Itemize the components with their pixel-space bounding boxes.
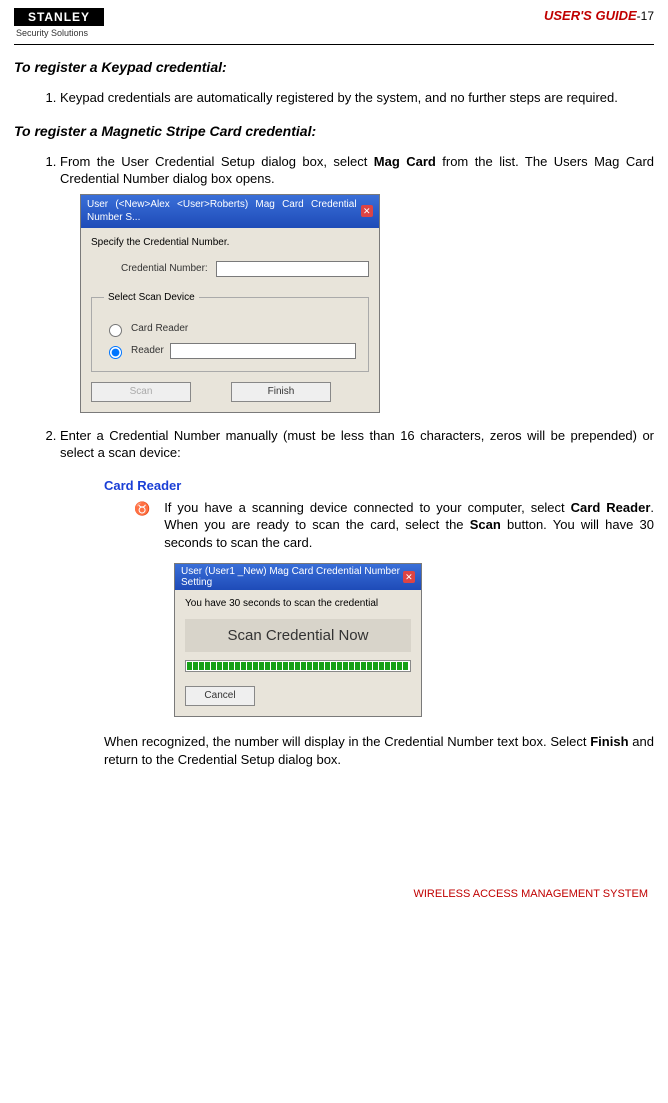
page-number: 17 xyxy=(641,9,654,23)
section-title-keypad: To register a Keypad credential: xyxy=(14,59,654,75)
guide-label: USER'S GUIDE xyxy=(544,8,637,23)
keypad-step-1: Keypad credentials are automatically reg… xyxy=(60,89,654,107)
dialog-scan-now: User (User1 _New) Mag Card Credential Nu… xyxy=(174,563,422,717)
close-icon[interactable]: ✕ xyxy=(403,571,415,583)
cr-bold1: Card Reader xyxy=(571,500,651,515)
page: STANLEY Security Solutions USER'S GUIDE-… xyxy=(0,0,668,920)
progress-fill xyxy=(187,662,409,670)
brand-subtitle: Security Solutions xyxy=(14,26,104,38)
card-reader-bullet-text: If you have a scanning device connected … xyxy=(164,499,654,552)
keypad-list: Keypad credentials are automatically reg… xyxy=(14,89,654,107)
scan-banner: Scan Credential Now xyxy=(185,619,411,652)
dialog1-button-row: Scan Finish xyxy=(91,382,369,402)
header-rule xyxy=(14,44,654,45)
mag-step-1: From the User Credential Setup dialog bo… xyxy=(60,153,654,413)
close-icon[interactable]: ✕ xyxy=(361,205,373,217)
brand-name: STANLEY xyxy=(14,8,104,26)
radio-card-reader-label: Card Reader xyxy=(131,322,188,336)
scan-button[interactable]: Scan xyxy=(91,382,191,402)
mag-list: From the User Credential Setup dialog bo… xyxy=(14,153,654,462)
post-bold: Finish xyxy=(590,734,628,749)
credential-number-label: Credential Number: xyxy=(121,262,208,276)
mag-step-2: Enter a Credential Number manually (must… xyxy=(60,427,654,462)
radio-reader-row: Reader xyxy=(104,343,356,359)
post-pre: When recognized, the number will display… xyxy=(104,734,590,749)
card-reader-heading: Card Reader xyxy=(104,478,654,493)
radio-reader[interactable] xyxy=(109,346,122,359)
footer-text: WIRELESS ACCESS MANAGEMENT SYSTEM xyxy=(14,888,654,900)
credential-number-row: Credential Number: xyxy=(121,261,369,277)
page-header: STANLEY Security Solutions USER'S GUIDE-… xyxy=(14,8,654,42)
card-reader-bullet: ♉ If you have a scanning device connecte… xyxy=(134,499,654,552)
guide-title: USER'S GUIDE-17 xyxy=(544,8,654,23)
radio-card-reader-row: Card Reader xyxy=(104,321,356,337)
credential-number-input[interactable] xyxy=(216,261,369,277)
mag-step-2-text: Enter a Credential Number manually (must… xyxy=(60,428,654,461)
dialog2-button-row: Cancel xyxy=(185,686,411,706)
mag-step-1-bold: Mag Card xyxy=(374,154,436,169)
radio-card-reader[interactable] xyxy=(109,324,122,337)
mag-step-1-pre: From the User Credential Setup dialog bo… xyxy=(60,154,374,169)
radio-reader-label: Reader xyxy=(131,344,164,358)
cancel-button[interactable]: Cancel xyxy=(185,686,255,706)
cr-pre: If you have a scanning device connected … xyxy=(164,500,570,515)
dialog-credential-number: User (<New>Alex <User>Roberts) Mag Card … xyxy=(80,194,380,413)
reader-select[interactable] xyxy=(170,343,356,359)
brand-logo: STANLEY Security Solutions xyxy=(14,8,104,38)
dialog1-body: Specify the Credential Number. Credentia… xyxy=(81,228,379,412)
post-scan-text: When recognized, the number will display… xyxy=(104,733,654,768)
progress-bar xyxy=(185,660,411,672)
dialog2-title: User (User1 _New) Mag Card Credential Nu… xyxy=(181,566,403,588)
bullet-icon: ♉ xyxy=(134,499,150,552)
dialog2-instruction: You have 30 seconds to scan the credenti… xyxy=(185,598,411,609)
dialog2-body: You have 30 seconds to scan the credenti… xyxy=(175,590,421,716)
section-title-mag: To register a Magnetic Stripe Card crede… xyxy=(14,123,654,139)
dialog1-title: User (<New>Alex <User>Roberts) Mag Card … xyxy=(87,198,357,225)
dialog1-instruction: Specify the Credential Number. xyxy=(91,236,369,250)
cr-bold2: Scan xyxy=(470,517,501,532)
scan-device-legend: Select Scan Device xyxy=(104,291,199,305)
finish-button[interactable]: Finish xyxy=(231,382,331,402)
scan-device-fieldset: Select Scan Device Card Reader Reader xyxy=(91,291,369,372)
dialog2-titlebar[interactable]: User (User1 _New) Mag Card Credential Nu… xyxy=(175,564,421,590)
dialog1-titlebar[interactable]: User (<New>Alex <User>Roberts) Mag Card … xyxy=(81,195,379,228)
